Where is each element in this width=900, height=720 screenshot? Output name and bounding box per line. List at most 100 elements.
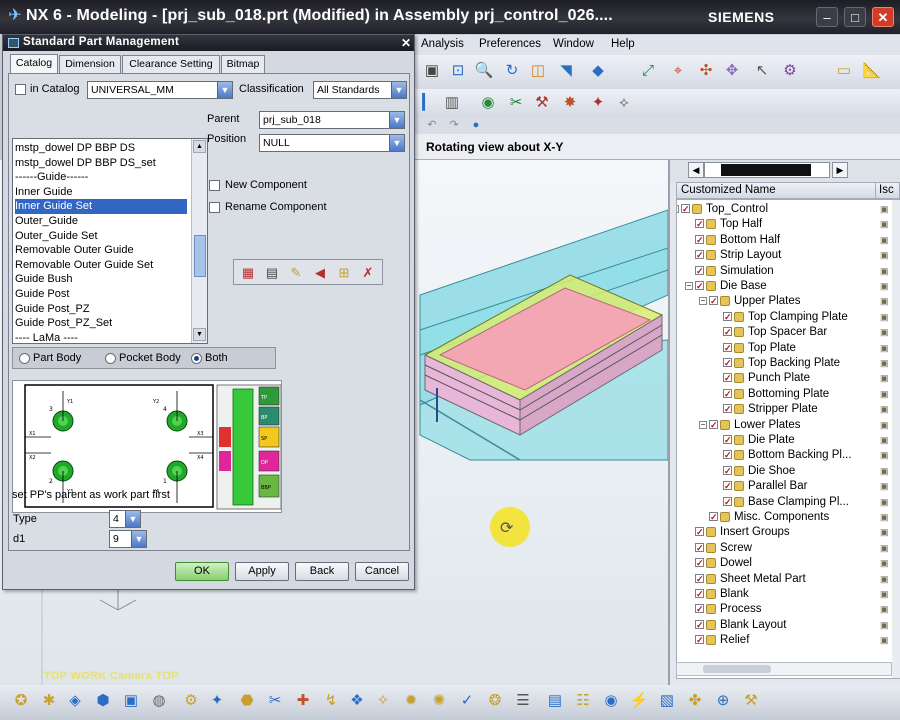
punch-icon[interactable]: ✦	[206, 691, 228, 711]
library-icon[interactable]: ❂	[484, 691, 506, 711]
tree-node[interactable]: ✓ Base Clamping Pl... ▣	[677, 495, 899, 510]
wcs-icon[interactable]: ⤢	[637, 61, 659, 81]
visibility-checkbox[interactable]: ✓	[695, 619, 704, 629]
tree-node[interactable]: ✓ Top Spacer Bar ▣	[677, 325, 899, 340]
tree-node[interactable]: ✓ Strip Layout ▣	[677, 248, 899, 263]
bom-icon[interactable]: ☷	[572, 691, 594, 711]
visibility-checkbox[interactable]: ✓	[723, 358, 732, 368]
pierce-icon[interactable]: ✚	[292, 691, 314, 711]
visibility-checkbox[interactable]: ✓	[681, 204, 690, 214]
visibility-checkbox[interactable]: ✓	[723, 311, 732, 321]
list-item[interactable]: Guide Post	[15, 287, 187, 302]
classification-select[interactable]: All Standards ▼	[313, 81, 407, 99]
visibility-checkbox[interactable]: ✓	[695, 234, 704, 244]
layer-icon[interactable]: ▭	[833, 61, 855, 81]
tree-node[interactable]: ✓ Insert Groups ▣	[677, 525, 899, 540]
list-item[interactable]: ---- LaMa ----	[15, 331, 187, 343]
die-design-icon[interactable]: ✪	[10, 691, 32, 711]
dialog-close-icon[interactable]: ✕	[401, 36, 411, 50]
tree-node[interactable]: ✓ Bottom Half ▣	[677, 233, 899, 248]
trim-icon[interactable]: ✧	[372, 691, 394, 711]
visibility-checkbox[interactable]: ✓	[695, 281, 704, 291]
list-item[interactable]: ------Guide------	[15, 170, 187, 185]
tab-clearance-setting[interactable]: Clearance Setting	[122, 55, 220, 73]
back-button[interactable]: Back	[295, 562, 349, 581]
filter-icon[interactable]: ⚙	[779, 61, 801, 81]
csys-icon[interactable]: ⌖	[667, 61, 689, 81]
nx-sheet-icon[interactable]: ✸	[559, 93, 581, 113]
list-item[interactable]: Inner Guide Set	[15, 199, 187, 214]
nx-icon[interactable]: ✦	[587, 93, 609, 113]
list-item[interactable]: Removable Outer Guide	[15, 243, 187, 258]
list-item[interactable]: Guide Post_PZ	[15, 302, 187, 317]
list-item[interactable]: Outer_Guide	[15, 214, 187, 229]
elephant-icon[interactable]: ◍	[148, 691, 170, 711]
tree-node[interactable]: ✓ Simulation ▣	[677, 264, 899, 279]
rotate-icon[interactable]: ↻	[501, 61, 523, 81]
visibility-checkbox[interactable]: ✓	[709, 296, 718, 306]
visibility-checkbox[interactable]: ✓	[723, 465, 732, 475]
visibility-checkbox[interactable]: ✓	[695, 219, 704, 229]
visibility-checkbox[interactable]: ✓	[723, 481, 732, 491]
drawing-icon[interactable]: ▤	[544, 691, 566, 711]
dialog-title-bar[interactable]: Standard Part Management ✕	[3, 35, 414, 51]
navigator-bottom-hscroll[interactable]	[676, 662, 892, 676]
tab-dimension[interactable]: Dimension	[59, 55, 121, 73]
tools-bottom-icon[interactable]: ✤	[684, 691, 706, 711]
sheet-metal-icon[interactable]: ⚒	[531, 93, 553, 113]
reposition-icon[interactable]: ✎	[286, 263, 306, 283]
in-catalog-checkbox[interactable]	[15, 84, 26, 95]
tree-node[interactable]: ✓ Bottom Backing Pl... ▣	[677, 448, 899, 463]
list-item[interactable]: Guide Bush	[15, 272, 187, 287]
tree-node[interactable]: ✓ Misc. Components ▣	[677, 510, 899, 525]
tree-node[interactable]: ✓ Blank Layout ▣	[677, 618, 899, 633]
navigator-vscroll[interactable]	[892, 200, 900, 678]
visibility-checkbox[interactable]: ✓	[723, 404, 732, 414]
standard-part-icon[interactable]: ⚙	[180, 691, 202, 711]
menu-window[interactable]: Window	[553, 38, 594, 50]
position-select[interactable]: NULL ▼	[259, 134, 405, 152]
list-item[interactable]: Inner Guide	[15, 185, 187, 200]
tab-bitmap[interactable]: Bitmap	[221, 55, 265, 73]
snap-icon[interactable]: ✥	[721, 61, 743, 81]
menu-analysis[interactable]: Analysis	[421, 38, 464, 50]
wire-edm-icon[interactable]: ⚡	[628, 691, 650, 711]
scroll-up-icon[interactable]: ▲	[193, 140, 206, 153]
tree-expander-icon[interactable]: −	[699, 297, 707, 306]
undo-icon[interactable]: ↶	[421, 115, 443, 135]
fit-icon[interactable]: ▣	[421, 61, 443, 81]
scrap-icon[interactable]: ✺	[428, 691, 450, 711]
catalog-select[interactable]: UNIVERSAL_MM ▼	[87, 81, 233, 99]
tree-node[interactable]: ✓ Process ▣	[677, 602, 899, 617]
layout-check-icon[interactable]: ✓	[456, 691, 478, 711]
settings-bottom-icon[interactable]: ⚒	[740, 691, 762, 711]
visibility-checkbox[interactable]: ✓	[695, 604, 704, 614]
point-icon[interactable]: ✣	[695, 61, 717, 81]
visibility-checkbox[interactable]: ✓	[723, 435, 732, 445]
tree-expander-icon[interactable]: −	[699, 420, 707, 429]
measure-icon[interactable]: 📐	[861, 61, 883, 81]
list-item[interactable]: mstp_dowel DP BBP DS	[15, 141, 187, 156]
tree-node[interactable]: ✓ Punch Plate ▣	[677, 371, 899, 386]
type-select[interactable]: 4 ▼	[109, 510, 141, 528]
visibility-checkbox[interactable]: ✓	[695, 265, 704, 275]
list-item[interactable]: mstp_dowel DP BBP DS_set	[15, 156, 187, 171]
list-item[interactable]: Outer_Guide Set	[15, 229, 187, 244]
visibility-checkbox[interactable]: ✓	[695, 542, 704, 552]
strip-icon[interactable]: ⬢	[92, 691, 114, 711]
menu-help[interactable]: Help	[611, 38, 635, 50]
tree-node[interactable]: ✓ Sheet Metal Part ▣	[677, 572, 899, 587]
project-icon[interactable]: ✱	[38, 691, 60, 711]
tree-node[interactable]: ✓ Stripper Plate ▣	[677, 402, 899, 417]
close-window-button[interactable]: ✕	[872, 7, 894, 27]
tools-icon[interactable]: ✂	[505, 93, 527, 113]
tree-node[interactable]: ✓ Die Plate ▣	[677, 433, 899, 448]
hole-table-icon[interactable]: ◉	[600, 691, 622, 711]
visibility-checkbox[interactable]: ✓	[695, 573, 704, 583]
visibility-checkbox[interactable]: ✓	[709, 419, 718, 429]
bend-icon[interactable]: ↯	[320, 691, 342, 711]
tree-node[interactable]: ✓ Dowel ▣	[677, 556, 899, 571]
zoom-icon[interactable]: 🔍	[473, 61, 495, 81]
zoom-window-icon[interactable]: ⊡	[447, 61, 469, 81]
maximize-button[interactable]: □	[844, 7, 866, 27]
